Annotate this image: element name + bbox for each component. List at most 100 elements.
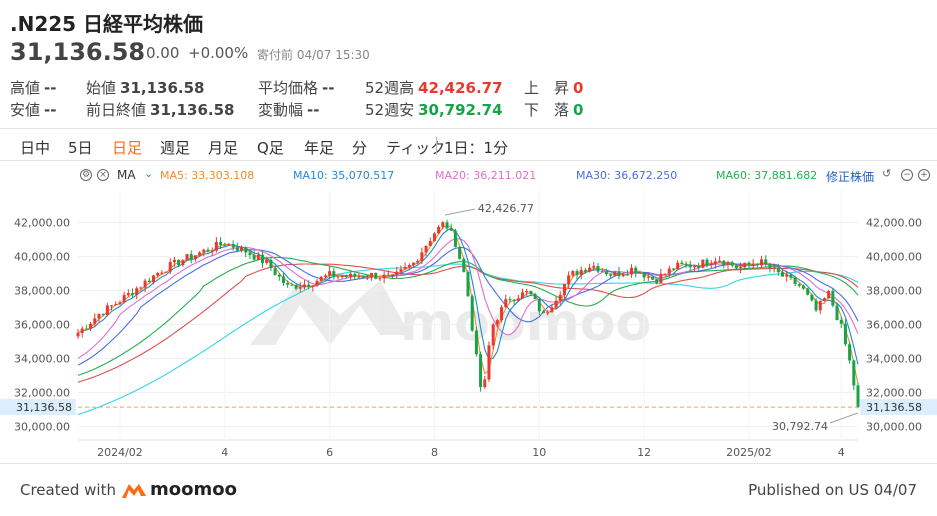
candle-body	[302, 284, 306, 288]
candle-body	[395, 271, 399, 275]
candle-body	[453, 230, 457, 247]
last-price-label-left: 31,136.58	[16, 401, 72, 414]
candle-body	[525, 291, 529, 293]
x-tick-label: 2024/02	[97, 446, 143, 459]
candle-body	[768, 264, 772, 269]
tab-intraday[interactable]: 日中	[20, 137, 50, 158]
candle-body	[856, 385, 860, 408]
candle-body	[554, 300, 558, 308]
ma-label[interactable]: MA	[117, 168, 136, 182]
candle-body	[521, 292, 525, 299]
zoom-in-icon[interactable]: +	[918, 169, 930, 181]
candle-body	[93, 318, 97, 324]
chevron-down-icon[interactable]: ⌄	[144, 167, 153, 180]
x-tick-label: 4	[221, 446, 228, 459]
candle-body	[776, 267, 780, 273]
candle-body	[588, 267, 592, 272]
candle-body	[663, 273, 667, 275]
candle-body	[185, 254, 189, 261]
candle-body	[827, 290, 831, 299]
candle-body	[269, 259, 273, 269]
high-annotation-leader	[444, 208, 476, 216]
tab-5day[interactable]: 5日	[68, 137, 93, 158]
x-tick-label: 6	[326, 446, 333, 459]
candle-body	[483, 379, 487, 388]
ma10-value: MA10: 35,070.517	[293, 169, 395, 182]
x-tick-label: 2025/02	[726, 446, 772, 459]
candle-body	[261, 254, 265, 263]
candle-body	[600, 271, 604, 273]
candle-body	[319, 276, 323, 281]
candle-body	[344, 276, 348, 278]
tab-1day-1min[interactable]: 1日：1分	[444, 137, 508, 158]
candle-body	[357, 276, 361, 278]
candle-body	[772, 267, 776, 269]
tab-weekly[interactable]: 週足	[160, 137, 190, 158]
undo-icon[interactable]: ↺	[882, 167, 891, 180]
settings-icon[interactable]: ⚙	[80, 169, 92, 181]
candle-body	[101, 314, 105, 316]
tab-monthly[interactable]: 月足	[208, 137, 238, 158]
tab-yearly[interactable]: 年足	[304, 137, 334, 158]
y-tick-label: 36,000.00	[14, 318, 70, 331]
candle-body	[97, 314, 101, 319]
candle-body	[814, 300, 818, 311]
candle-body	[378, 278, 382, 280]
candle-body	[546, 312, 550, 314]
x-tick-label: 10	[532, 446, 546, 459]
candle-body	[579, 269, 583, 275]
candle-body	[692, 266, 696, 268]
last-price-line: 31,136.58 31,136.58	[0, 399, 937, 416]
candle-body	[114, 304, 118, 306]
candle-body	[848, 344, 852, 361]
candle-body	[143, 280, 147, 288]
candle-body	[353, 273, 357, 277]
candle-body	[328, 271, 332, 276]
stat-52w-high: 52週高 42,426.77	[365, 79, 503, 97]
candle-body	[537, 299, 541, 312]
candle-body	[198, 252, 202, 256]
tab-separator	[436, 137, 437, 155]
ma5-value: MA5: 33,303.108	[160, 169, 255, 182]
candlestick-chart[interactable]: moomoo 31,136.58 31,136.58 42,000.00 40,00…	[0, 185, 937, 465]
adjusted-price-toggle[interactable]: 修正株価	[826, 168, 874, 185]
candle-body	[441, 222, 445, 227]
candle-body	[642, 272, 646, 278]
brand-name: moomoo	[150, 479, 237, 500]
candle-body	[273, 268, 277, 275]
candle-body	[843, 323, 847, 345]
close-icon[interactable]: ×	[97, 169, 109, 181]
stat-low: 安値 --	[10, 101, 57, 119]
candle-body	[458, 246, 462, 259]
candle-body	[227, 244, 231, 246]
x-axis: 2024/02 4 6 8 10 12 2025/02 4	[97, 446, 845, 459]
candle-body	[630, 267, 634, 275]
zoom-out-icon[interactable]: −	[901, 169, 913, 181]
candle-body	[491, 324, 495, 346]
candle-body	[516, 298, 520, 301]
candle-body	[189, 254, 193, 259]
divider-bottom	[0, 463, 937, 464]
stat-prev-close: 前日終値 31,136.58	[86, 101, 235, 119]
tab-minute[interactable]: 分	[352, 137, 367, 158]
candle-body	[416, 261, 420, 263]
candle-body	[831, 290, 835, 306]
candle-body	[651, 276, 655, 280]
candle-body	[424, 245, 428, 253]
high-annotation-label: 42,426.77	[478, 202, 534, 215]
candle-body	[428, 241, 432, 246]
candle-body	[219, 241, 223, 245]
candle-body	[307, 284, 311, 288]
candle-body	[277, 274, 281, 277]
x-tick-label: 4	[838, 446, 845, 459]
candle-body	[151, 275, 155, 283]
created-with-label: Created with	[20, 481, 116, 499]
candle-body	[420, 252, 424, 262]
tab-quarterly[interactable]: Q足	[257, 137, 284, 158]
tab-daily[interactable]: 日足	[112, 137, 142, 158]
candle-body	[785, 274, 789, 277]
candle-body	[718, 260, 722, 262]
candle-body	[504, 299, 508, 308]
y-tick-label: 42,000.00	[14, 216, 70, 229]
candle-body	[370, 272, 374, 278]
